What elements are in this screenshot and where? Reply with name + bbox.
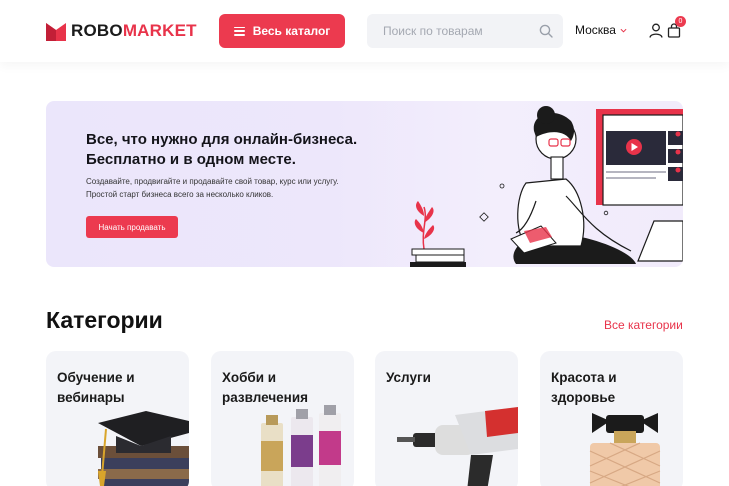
categories-title: Категории [46, 307, 163, 333]
category-card-services[interactable]: Услуги [375, 351, 518, 486]
catalog-button-label: Весь каталог [252, 24, 331, 38]
logo-mark-icon [46, 23, 66, 41]
logo[interactable]: ROBOMARKET [46, 19, 197, 43]
category-label: Хобби и развлечения [222, 370, 308, 405]
search-box [367, 14, 563, 48]
logo-text: ROBOMARKET [71, 19, 197, 43]
city-label: Москва [575, 23, 616, 37]
banner-title-line-2: Бесплатно и в одном месте. [86, 151, 296, 168]
banner-title-line-1: Все, что нужно для онлайн-бизнеса. [86, 131, 358, 148]
user-icon[interactable] [649, 23, 663, 38]
banner-description-line-2: Простой старт бизнеса всего за несколько… [86, 189, 274, 199]
chevron-down-icon [620, 28, 627, 33]
category-label: Услуги [386, 370, 431, 385]
banner-title: Все, что нужно для онлайн-бизнеса. Беспл… [86, 130, 406, 170]
catalog-button[interactable]: Весь каталог [219, 14, 345, 48]
category-label: Обучение и вебинары [57, 370, 135, 405]
cart-count-badge: 0 [675, 16, 686, 27]
logo-text-robo: ROBO [71, 21, 123, 40]
banner-description: Создавайте, продвигайте и продавайте сво… [86, 176, 386, 201]
header: ROBOMARKET Весь каталог Москва 0 [0, 0, 729, 62]
category-card-education[interactable]: Обучение и вебинары [46, 351, 189, 486]
banner-illustration [410, 106, 683, 267]
category-card-hobby[interactable]: Хобби и развлечения [211, 351, 354, 486]
city-selector[interactable]: Москва [575, 23, 627, 37]
logo-text-market: MARKET [122, 21, 197, 40]
category-card-beauty[interactable]: Красота и здоровье [540, 351, 683, 486]
search-icon[interactable] [539, 24, 553, 38]
search-input[interactable] [383, 14, 533, 48]
all-categories-link[interactable]: Все категории [604, 318, 683, 332]
start-selling-button[interactable]: Начать продавать [86, 216, 178, 238]
menu-icon [233, 26, 245, 36]
category-label: Красота и здоровье [551, 370, 617, 405]
banner-description-line-1: Создавайте, продвигайте и продавайте сво… [86, 177, 339, 186]
promo-banner: Все, что нужно для онлайн-бизнеса. Беспл… [46, 101, 683, 267]
